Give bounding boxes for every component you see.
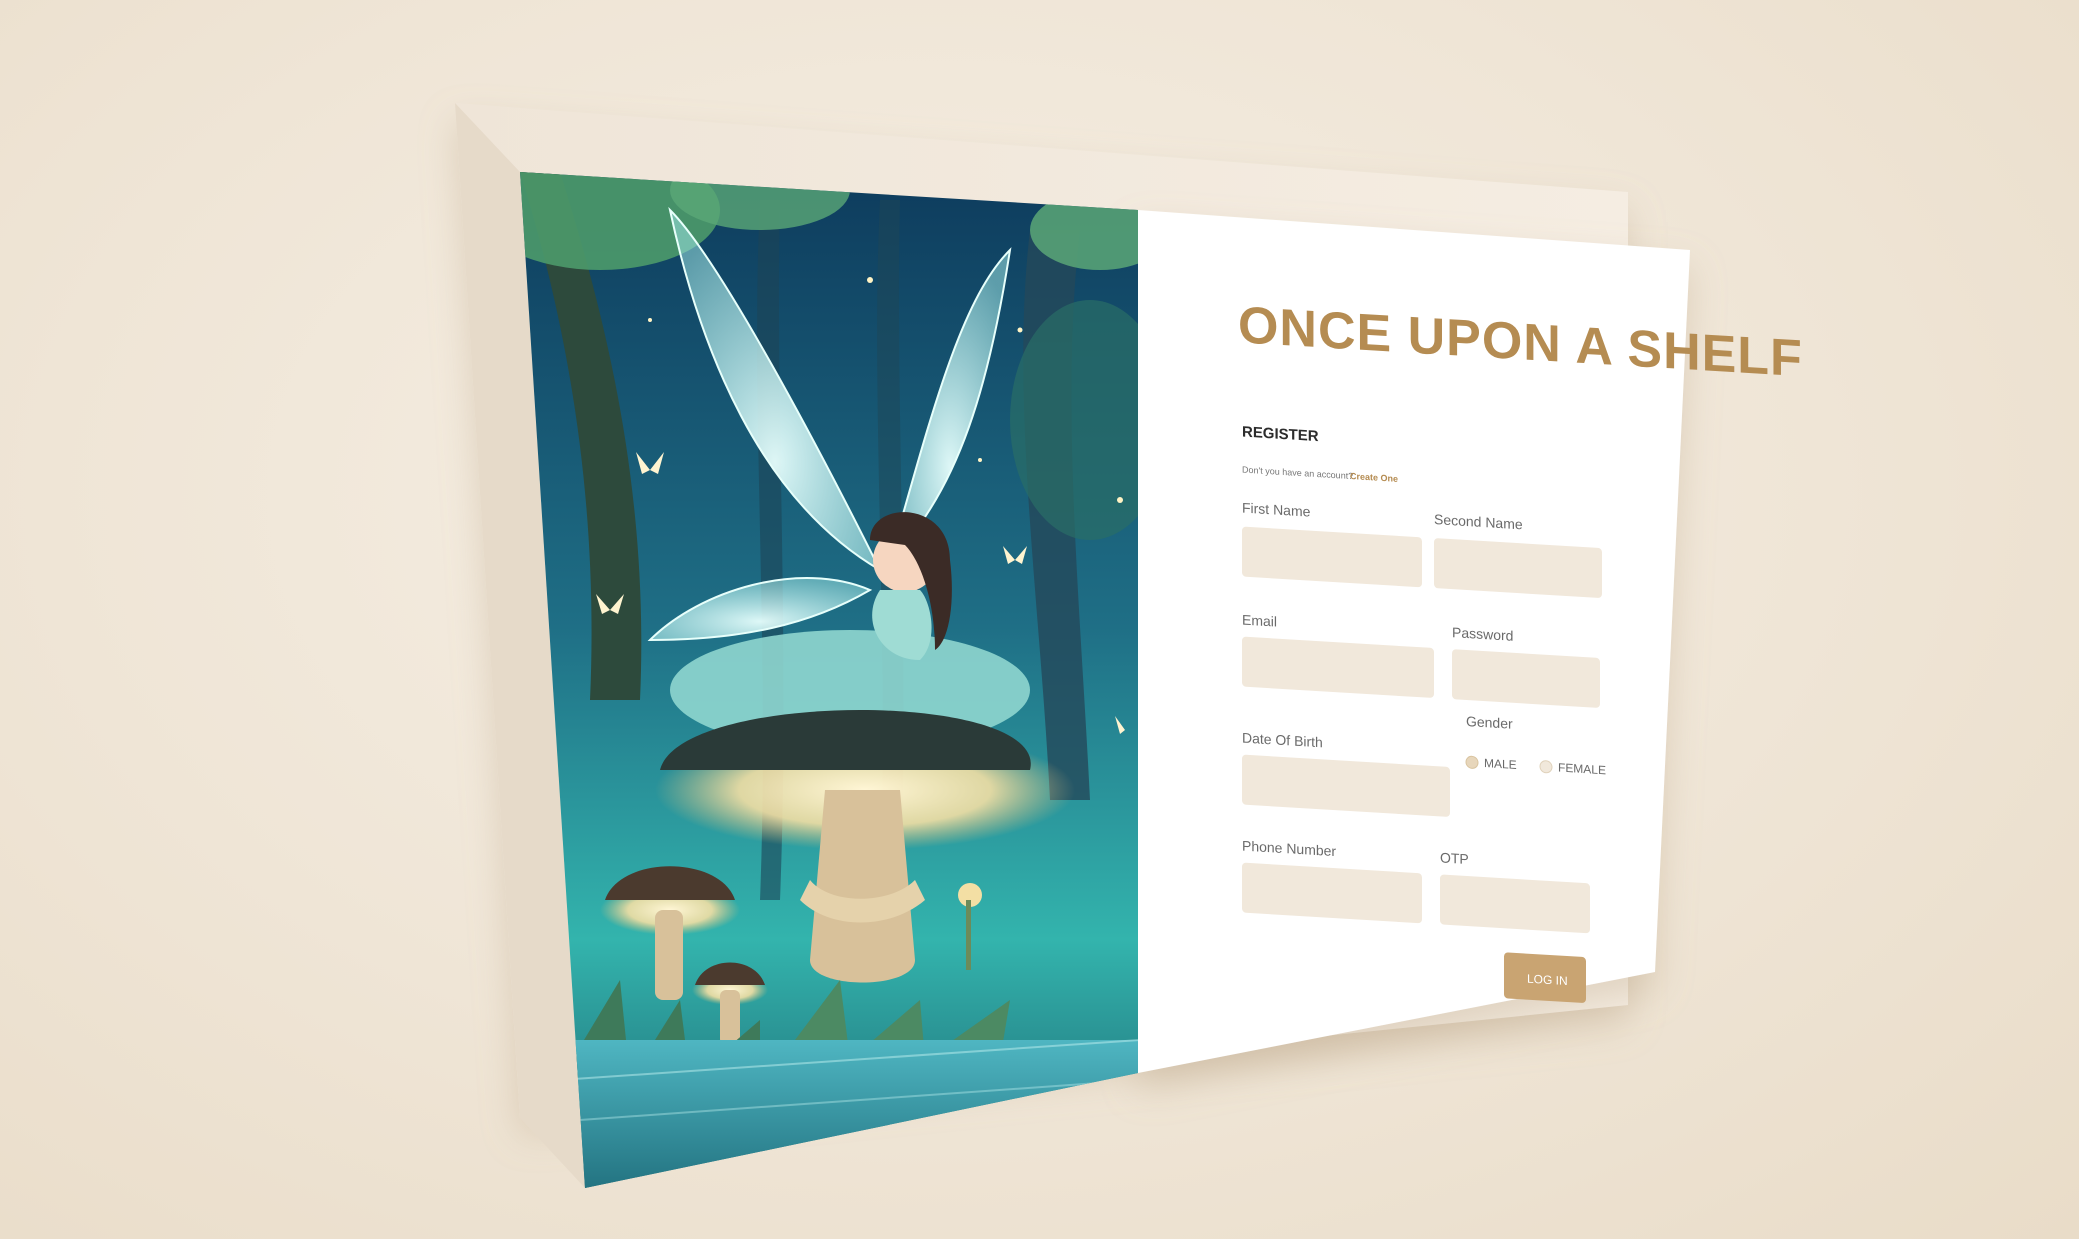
login-button-label: LOG IN [1527,972,1568,988]
mockup-scene: ONCE UPON A SHELF REGISTER Don't you hav… [0,0,2079,1239]
email-label: Email [1242,612,1277,630]
male-radio-label: MALE [1484,756,1517,772]
perspective-mockup: ONCE UPON A SHELF REGISTER Don't you hav… [455,103,1803,1188]
otp-label: OTP [1440,849,1469,867]
otp-input[interactable] [1440,874,1590,934]
login-button[interactable]: LOG IN [1504,952,1586,1003]
password-input[interactable] [1452,649,1600,708]
fairy-illustration [520,172,1138,1188]
male-radio[interactable] [1465,755,1479,769]
female-radio-label: FEMALE [1558,760,1606,777]
female-radio[interactable] [1539,760,1553,774]
second-name-input[interactable] [1434,538,1602,598]
gender-label: Gender [1466,713,1513,732]
